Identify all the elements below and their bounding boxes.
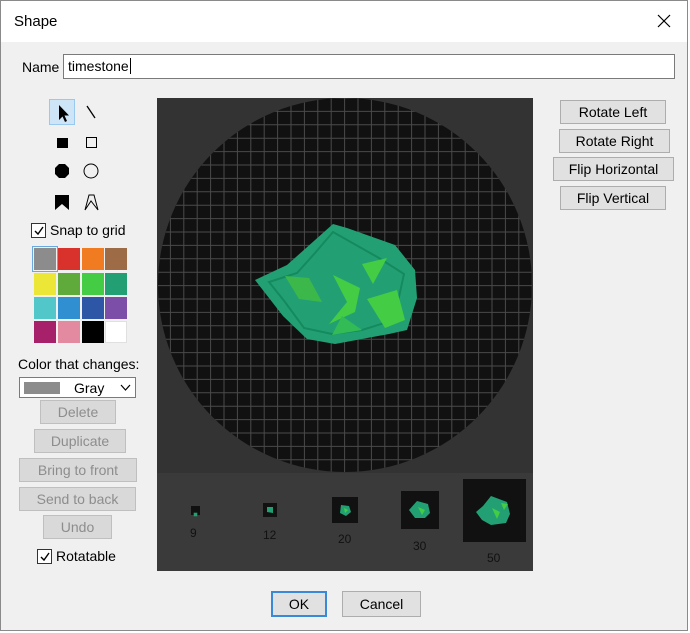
preview-thumb-icon bbox=[340, 505, 351, 516]
close-icon bbox=[657, 14, 671, 28]
color-swatch[interactable] bbox=[58, 321, 80, 343]
preview-size-50 bbox=[463, 479, 526, 542]
duplicate-button[interactable]: Duplicate bbox=[34, 429, 126, 453]
name-input-value: timestone bbox=[68, 58, 129, 74]
tool-pointer[interactable] bbox=[49, 99, 75, 125]
tool-filled-polygon[interactable] bbox=[49, 189, 75, 215]
color-swatch[interactable] bbox=[82, 273, 104, 295]
preview-thumb-icon bbox=[267, 507, 273, 513]
color-swatch[interactable] bbox=[58, 297, 80, 319]
delete-button[interactable]: Delete bbox=[40, 400, 116, 424]
color-swatch[interactable] bbox=[105, 321, 127, 343]
ok-button[interactable]: OK bbox=[271, 591, 327, 617]
filled-polygon-icon bbox=[55, 195, 69, 210]
name-label: Name bbox=[22, 59, 60, 75]
preview-label-12: 12 bbox=[263, 528, 277, 542]
chevron-down-icon bbox=[120, 384, 131, 391]
color-swatch[interactable] bbox=[82, 297, 104, 319]
filled-square-icon bbox=[57, 138, 68, 148]
checkmark-icon bbox=[34, 226, 44, 235]
send-to-back-button[interactable]: Send to back bbox=[19, 487, 136, 511]
shape-dialog: Shape Name timestone Snap to grid Color … bbox=[0, 0, 688, 631]
preview-size-12 bbox=[263, 503, 277, 517]
line-icon bbox=[86, 105, 96, 119]
flip-vertical-button[interactable]: Flip Vertical bbox=[560, 186, 666, 210]
tool-outline-polygon[interactable] bbox=[78, 189, 104, 215]
window-title: Shape bbox=[14, 13, 58, 30]
tool-filled-circle[interactable] bbox=[49, 158, 75, 184]
bring-to-front-button[interactable]: Bring to front bbox=[19, 458, 137, 482]
outline-polygon-icon bbox=[84, 194, 99, 211]
color-swatch[interactable] bbox=[34, 297, 56, 319]
color-swatch[interactable] bbox=[105, 248, 127, 270]
preview-size-20 bbox=[332, 497, 358, 523]
color-swatch[interactable] bbox=[34, 273, 56, 295]
color-that-changes-label: Color that changes: bbox=[18, 356, 140, 372]
snap-to-grid-checkbox[interactable]: Snap to grid bbox=[31, 222, 126, 238]
preview-label-9: 9 bbox=[190, 526, 197, 540]
size-previews bbox=[157, 473, 533, 571]
preview-thumb-icon bbox=[476, 496, 510, 525]
preview-thumb-icon bbox=[409, 501, 430, 518]
shape-editor-panel bbox=[157, 98, 533, 571]
color-swatch[interactable] bbox=[82, 248, 104, 270]
preview-thumb-icon bbox=[193, 512, 198, 517]
checkmark-icon bbox=[40, 552, 50, 561]
rotatable-checkbox[interactable]: Rotatable bbox=[37, 548, 116, 564]
preview-size-9 bbox=[191, 506, 200, 517]
color-swatch[interactable] bbox=[82, 321, 104, 343]
filled-circle-icon bbox=[55, 164, 69, 178]
color-swatch[interactable] bbox=[32, 246, 58, 272]
name-input[interactable]: timestone bbox=[63, 54, 675, 79]
snap-to-grid-label: Snap to grid bbox=[50, 222, 126, 238]
tool-line[interactable] bbox=[78, 99, 104, 125]
rotate-right-button[interactable]: Rotate Right bbox=[559, 129, 670, 153]
outline-circle-icon bbox=[83, 163, 99, 179]
tool-outline-square[interactable] bbox=[78, 129, 104, 155]
color-swatch[interactable] bbox=[34, 321, 56, 343]
rotatable-label: Rotatable bbox=[56, 548, 116, 564]
outline-square-icon bbox=[86, 137, 97, 148]
text-cursor bbox=[129, 58, 131, 74]
cancel-button[interactable]: Cancel bbox=[342, 591, 421, 617]
tool-outline-circle[interactable] bbox=[78, 158, 104, 184]
undo-button[interactable]: Undo bbox=[43, 515, 112, 539]
color-swatch[interactable] bbox=[58, 248, 80, 270]
preview-label-20: 20 bbox=[338, 532, 352, 546]
preview-label-50: 50 bbox=[487, 551, 501, 565]
selected-color-name: Gray bbox=[74, 380, 105, 396]
flip-horizontal-button[interactable]: Flip Horizontal bbox=[553, 157, 674, 181]
tool-filled-square[interactable] bbox=[49, 129, 75, 155]
shape-editor-canvas[interactable] bbox=[157, 98, 533, 473]
color-swatch[interactable] bbox=[58, 273, 80, 295]
close-button[interactable] bbox=[641, 1, 687, 42]
rotate-left-button[interactable]: Rotate Left bbox=[560, 100, 666, 124]
selected-color-swatch bbox=[24, 382, 60, 394]
color-swatch[interactable] bbox=[105, 297, 127, 319]
preview-size-30 bbox=[401, 491, 439, 529]
preview-label-30: 30 bbox=[413, 539, 427, 553]
pointer-icon bbox=[59, 105, 69, 122]
rotatable-box[interactable] bbox=[37, 548, 52, 564]
title-bar: Shape bbox=[1, 1, 687, 42]
color-that-changes-select[interactable]: Gray bbox=[19, 377, 136, 398]
snap-to-grid-box[interactable] bbox=[31, 222, 46, 238]
color-swatch[interactable] bbox=[105, 273, 127, 295]
